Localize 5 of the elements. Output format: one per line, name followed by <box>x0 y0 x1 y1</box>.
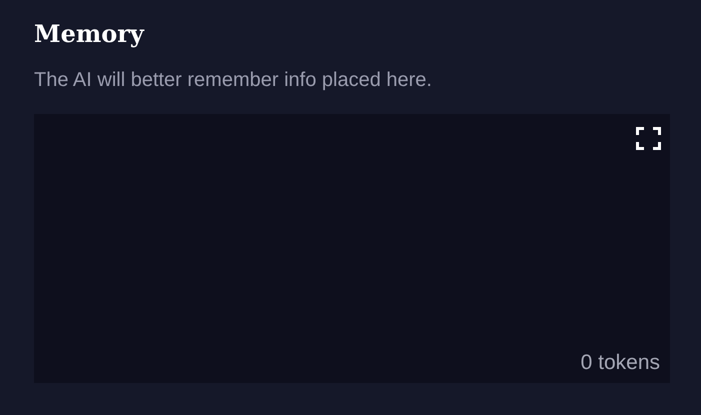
token-count: 0 tokens <box>580 350 660 376</box>
expand-icon[interactable] <box>636 127 661 150</box>
section-description: The AI will better remember info placed here. <box>34 68 432 93</box>
section-title: Memory <box>34 18 144 50</box>
memory-text-area[interactable]: 0 tokens <box>34 114 670 383</box>
